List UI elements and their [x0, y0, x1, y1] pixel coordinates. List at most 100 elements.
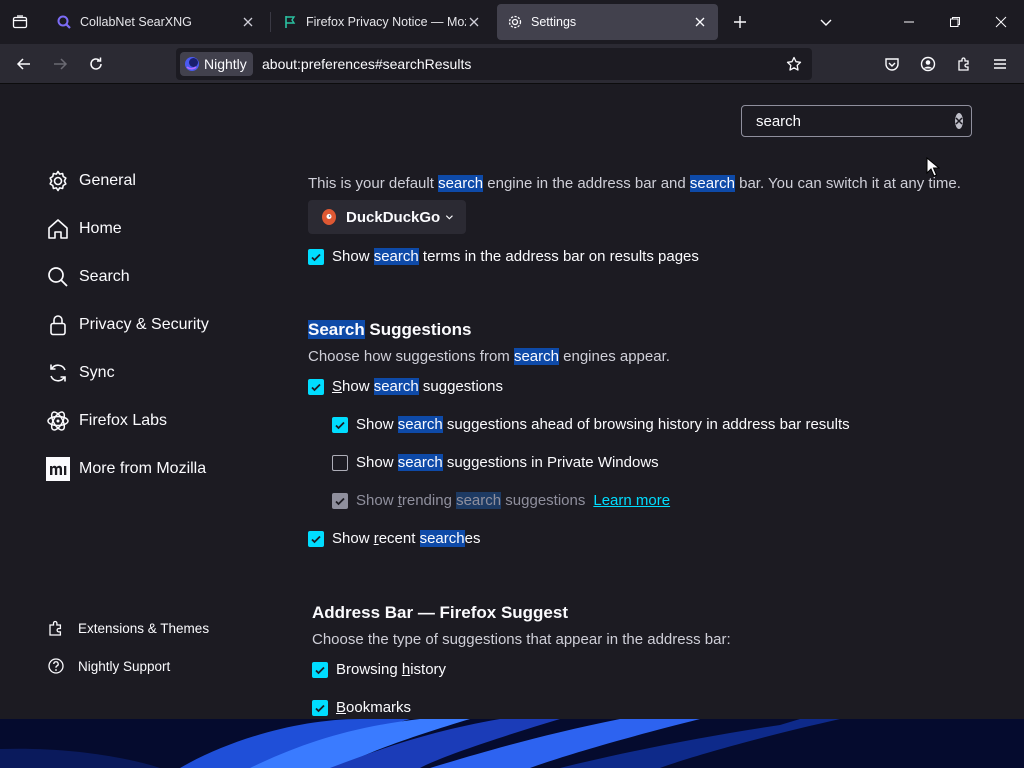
minimize-icon — [904, 21, 914, 23]
forward-button[interactable] — [46, 50, 74, 78]
checkmark-icon — [335, 497, 345, 505]
identity-box[interactable]: Nightly — [180, 52, 253, 76]
help-icon — [46, 656, 66, 676]
bookmark-star-button[interactable] — [782, 52, 806, 76]
new-tab-button[interactable] — [726, 8, 754, 36]
url-bar[interactable]: Nightly about:preferences#searchResults — [176, 48, 812, 80]
hamburger-icon — [994, 59, 1006, 69]
address-bar-suggest-heading: Address Bar — Firefox Suggest — [312, 603, 569, 622]
puzzle-icon — [958, 57, 969, 71]
list-all-tabs-button[interactable] — [812, 8, 840, 36]
clear-search-button[interactable] — [955, 113, 963, 129]
search-suggestions-heading: Search Suggestions — [308, 320, 472, 339]
nightly-logo-icon — [185, 57, 199, 71]
sidebar-item-label: More from Mozilla — [79, 460, 207, 477]
tab-privacy-notice[interactable]: Firefox Privacy Notice — Mozilla — [272, 4, 492, 40]
gear-favicon-icon — [508, 15, 522, 29]
close-tab-icon[interactable] — [692, 14, 708, 30]
suggestions-ahead-history-checkbox-row[interactable]: Show search suggestions ahead of browsin… — [332, 416, 850, 433]
back-button[interactable] — [10, 50, 38, 78]
sidebar-item-search[interactable]: Search — [46, 265, 130, 289]
show-search-terms-checkbox[interactable] — [308, 248, 324, 265]
sidebar-item-sync[interactable]: Sync — [46, 361, 115, 385]
extensions-button[interactable] — [950, 50, 978, 78]
pocket-icon — [885, 58, 899, 71]
bookmarks-checkbox[interactable] — [312, 699, 328, 716]
mouse-cursor-icon — [926, 157, 940, 177]
default-engine-description: This is your default search engine in th… — [308, 175, 961, 192]
arrow-left-icon — [16, 58, 30, 70]
preferences-search-box[interactable] — [741, 105, 972, 137]
checkmark-icon — [335, 421, 345, 429]
show-suggestions-checkbox-row[interactable]: Show search suggestions — [308, 378, 503, 395]
arrow-right-icon — [54, 58, 68, 70]
restore-icon — [950, 17, 960, 27]
labs-icon — [46, 409, 70, 433]
sidebar-extensions-themes-link[interactable]: Extensions & Themes — [46, 618, 209, 638]
tab-strip: CollabNet SearXNG Firefox Privacy Notice… — [0, 0, 1024, 44]
sync-icon — [46, 361, 70, 385]
trending-suggestions-label: Show trending search suggestions — [356, 492, 586, 509]
close-tab-icon[interactable] — [466, 14, 482, 30]
app-menu-button[interactable] — [986, 50, 1014, 78]
pocket-button[interactable] — [878, 50, 906, 78]
identity-label: Nightly — [204, 56, 247, 72]
searxng-favicon-icon — [57, 15, 71, 29]
desktop-wallpaper — [0, 719, 1024, 768]
chevron-down-icon — [820, 19, 832, 26]
sidebar-nightly-support-link[interactable]: Nightly Support — [46, 656, 170, 676]
private-windows-checkbox-row[interactable]: Show search suggestions in Private Windo… — [332, 454, 659, 471]
show-search-terms-label: Show search terms in the address bar on … — [332, 248, 699, 265]
chevron-down-icon — [446, 215, 454, 220]
close-window-button[interactable] — [987, 8, 1015, 36]
bookmarks-checkbox-row[interactable]: Bookmarks — [312, 699, 411, 716]
show-search-terms-checkbox-row[interactable]: Show search terms in the address bar on … — [308, 248, 699, 265]
private-windows-label: Show search suggestions in Private Windo… — [356, 454, 659, 471]
firefox-view-icon — [12, 15, 28, 29]
default-engine-dropdown[interactable]: DuckDuckGo — [308, 200, 466, 234]
tab-searxng[interactable]: CollabNet SearXNG — [46, 4, 266, 40]
sidebar-item-privacy[interactable]: Privacy & Security — [46, 313, 209, 337]
recent-searches-checkbox[interactable] — [308, 530, 324, 547]
tab-title: Settings — [531, 15, 577, 29]
private-windows-checkbox[interactable] — [332, 454, 348, 471]
address-bar-suggest-description: Choose the type of suggestions that appe… — [312, 631, 731, 648]
restore-button[interactable] — [941, 8, 969, 36]
browsing-history-checkbox-row[interactable]: Browsing history — [312, 661, 446, 678]
sidebar-item-home[interactable]: Home — [46, 217, 122, 241]
lock-icon — [46, 313, 70, 337]
close-icon — [995, 16, 1007, 28]
browsing-history-checkbox[interactable] — [312, 661, 328, 678]
show-suggestions-checkbox[interactable] — [308, 378, 324, 395]
minimize-button[interactable] — [895, 8, 923, 36]
url-text[interactable]: about:preferences#searchResults — [262, 56, 471, 72]
flag-favicon-icon — [285, 16, 296, 28]
trending-suggestions-checkbox[interactable] — [332, 492, 348, 509]
show-suggestions-label: Show search suggestions — [332, 378, 503, 395]
tab-separator — [270, 12, 271, 32]
checkmark-icon — [311, 535, 321, 543]
browsing-history-label: Browsing history — [336, 661, 447, 678]
recent-searches-checkbox-row[interactable]: Show recent searches — [308, 530, 480, 547]
learn-more-link[interactable]: Learn more — [593, 492, 670, 509]
bookmarks-label: Bookmarks — [336, 699, 412, 716]
suggestions-ahead-history-checkbox[interactable] — [332, 416, 348, 433]
sidebar-item-label: Firefox Labs — [79, 412, 168, 429]
sidebar-item-label: Home — [79, 220, 122, 237]
tab-settings[interactable]: Settings — [497, 4, 718, 40]
default-engine-name: DuckDuckGo — [346, 208, 441, 226]
reload-button[interactable] — [82, 50, 110, 78]
sidebar-footer-label: Extensions & Themes — [78, 620, 210, 636]
account-icon — [920, 56, 936, 72]
sidebar-item-general[interactable]: General — [46, 169, 136, 193]
close-tab-icon[interactable] — [240, 14, 256, 30]
preferences-search-input[interactable] — [756, 112, 955, 130]
trending-suggestions-checkbox-row[interactable]: Show trending search suggestions Learn m… — [332, 492, 670, 509]
account-button[interactable] — [914, 50, 942, 78]
duckduckgo-icon — [322, 209, 337, 225]
mozilla-icon — [46, 457, 70, 481]
home-icon — [46, 217, 70, 241]
sidebar-item-firefox-labs[interactable]: Firefox Labs — [46, 409, 167, 433]
firefox-view-button[interactable] — [8, 10, 32, 34]
sidebar-item-more-from-mozilla[interactable]: More from Mozilla — [46, 457, 206, 481]
